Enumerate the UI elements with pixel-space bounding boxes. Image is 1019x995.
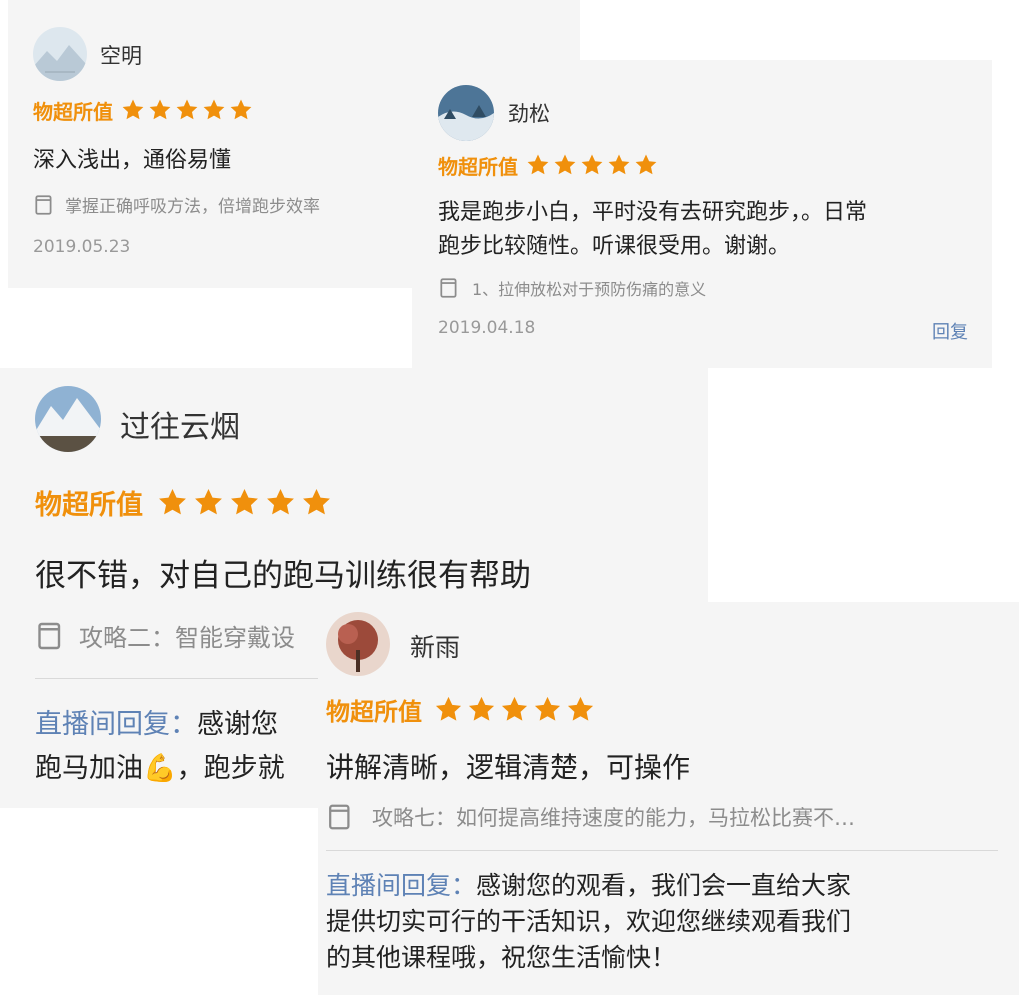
star-icon xyxy=(526,153,550,177)
star-icon xyxy=(467,695,496,724)
reviewer-name: 新雨 xyxy=(410,633,461,662)
star-icon xyxy=(533,695,562,724)
star-icon xyxy=(175,98,199,122)
star-rating xyxy=(121,98,253,122)
review-content: 讲解清晰，逻辑清楚，可操作 xyxy=(326,751,691,784)
reviewer-name: 劲松 xyxy=(508,102,550,126)
user-avatar[interactable] xyxy=(438,85,494,141)
star-icon xyxy=(434,695,463,724)
divider xyxy=(326,850,998,851)
live-reply-label: 直播间回复： xyxy=(326,871,477,900)
document-icon xyxy=(35,621,65,651)
star-icon xyxy=(634,153,658,177)
user-avatar[interactable] xyxy=(33,27,87,81)
lesson-title: 1、拉伸放松对于预防伤痛的意义 xyxy=(472,280,707,299)
star-icon xyxy=(500,695,529,724)
review-content: 深入浅出，通俗易懂 xyxy=(33,148,232,173)
star-icon xyxy=(193,487,224,518)
live-reply-label: 直播间回复： xyxy=(35,709,197,740)
live-reply-text: 感谢您的观看，我们会一直给大家 xyxy=(476,871,852,900)
rating-row: 物超所值 xyxy=(33,95,253,125)
rating-row: 物超所值 xyxy=(35,482,332,522)
star-icon xyxy=(553,153,577,177)
star-icon xyxy=(148,98,172,122)
star-icon xyxy=(580,153,604,177)
live-reply: 直播间回复：感谢您 跑马加油💪，跑步就 xyxy=(35,703,285,791)
user-avatar[interactable] xyxy=(35,386,101,452)
live-reply-text: 跑马加油💪，跑步就 xyxy=(35,753,285,784)
review-content-line: 我是跑步小白，平时没有去研究跑步，。日常 xyxy=(438,200,868,225)
lesson-link[interactable]: 攻略二：智能穿戴设 xyxy=(35,618,335,653)
document-icon xyxy=(33,194,55,216)
star-rating xyxy=(434,695,595,724)
star-icon xyxy=(265,487,296,518)
live-reply-text: 的其他课程哦，祝您生活愉快！ xyxy=(326,943,677,972)
star-icon xyxy=(157,487,188,518)
reviewer-name: 空明 xyxy=(100,44,142,68)
review-content: 很不错，对自己的跑马训练很有帮助 xyxy=(35,558,531,594)
review-card: 劲松 物超所值 我是跑步小白，平时没有去研究跑步，。日常 跑步比较随性。听课很受… xyxy=(412,60,992,368)
lesson-title: 掌握正确呼吸方法，倍增跑步效率 xyxy=(65,197,320,217)
star-icon xyxy=(229,98,253,122)
rating-label: 物超所值 xyxy=(326,697,422,726)
reviewer-name: 过往云烟 xyxy=(120,410,240,445)
rating-row: 物超所值 xyxy=(438,150,658,180)
live-reply-text: 感谢您 xyxy=(197,709,278,740)
star-rating xyxy=(526,153,658,177)
reply-button[interactable]: 回复 xyxy=(932,318,968,344)
star-icon xyxy=(229,487,260,518)
document-icon xyxy=(438,277,460,299)
lesson-title: 攻略二：智能穿戴设 xyxy=(79,624,295,652)
star-icon xyxy=(566,695,595,724)
live-reply-text: 提供切实可行的干活知识，欢迎您继续观看我们 xyxy=(326,907,852,936)
lesson-link[interactable]: 1、拉伸放松对于预防伤痛的意义 xyxy=(438,276,968,300)
rating-label: 物超所值 xyxy=(33,99,113,124)
rating-row: 物超所值 xyxy=(326,692,595,726)
review-content: 我是跑步小白，平时没有去研究跑步，。日常 跑步比较随性。听课很受用。谢谢。 xyxy=(438,196,867,264)
live-reply: 直播间回复：感谢您的观看，我们会一直给大家 提供切实可行的干活知识，欢迎您继续观… xyxy=(326,868,1006,976)
star-icon xyxy=(607,153,631,177)
star-rating xyxy=(157,487,332,518)
review-date: 2019.04.18 xyxy=(438,318,536,338)
rating-label: 物超所值 xyxy=(438,154,518,179)
review-content-line: 跑步比较随性。听课很受用。谢谢。 xyxy=(438,234,791,259)
lesson-title: 攻略七：如何提高维持速度的能力，马拉松比赛不… xyxy=(372,806,855,830)
lesson-link[interactable]: 攻略七：如何提高维持速度的能力，马拉松比赛不… xyxy=(326,802,996,832)
review-card: 新雨 物超所值 讲解清晰，逻辑清楚，可操作 攻略七：如何提高维持速度的能力，马拉… xyxy=(318,602,1019,995)
user-avatar[interactable] xyxy=(326,612,390,676)
star-icon xyxy=(202,98,226,122)
document-icon xyxy=(326,803,354,831)
divider xyxy=(35,678,335,679)
rating-label: 物超所值 xyxy=(35,489,143,521)
review-date: 2019.05.23 xyxy=(33,237,131,257)
star-icon xyxy=(121,98,145,122)
star-icon xyxy=(301,487,332,518)
